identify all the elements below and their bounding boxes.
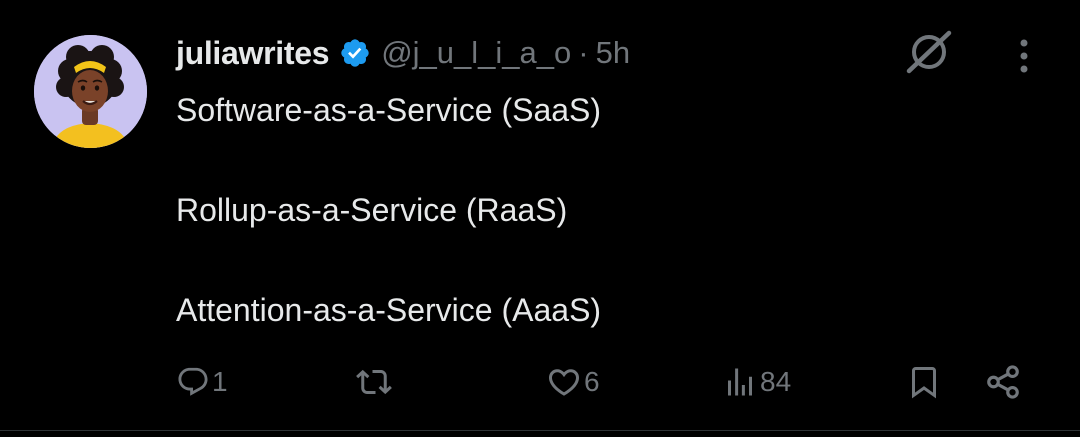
tweet-action-bar: 1 6 84 <box>0 354 1080 410</box>
bookmark-icon <box>912 367 936 399</box>
tweet-text-line: Attention-as-a-Service (AaaS) <box>176 292 602 328</box>
tweet-timestamp[interactable]: 5h <box>596 35 630 71</box>
tweet-header: juliawrites @j_u_l_i_a_o · 5h <box>176 30 630 76</box>
heart-icon <box>548 369 580 396</box>
views-button[interactable]: 84 <box>722 354 791 410</box>
more-options-button[interactable] <box>1004 36 1044 76</box>
like-button[interactable]: 6 <box>546 354 600 410</box>
header-separator: · <box>578 35 589 70</box>
more-vertical-icon <box>1020 39 1028 73</box>
like-count: 6 <box>584 366 600 397</box>
bookmark-button[interactable] <box>906 354 942 410</box>
tweet-text-line: Rollup-as-a-Service (RaaS) <box>176 192 568 228</box>
reply-icon <box>178 367 208 396</box>
author-display-name[interactable]: juliawrites <box>176 35 330 72</box>
tweet-text: Software-as-a-Service (SaaS) Rollup-as-a… <box>176 85 601 335</box>
grok-button[interactable] <box>904 26 954 76</box>
reply-count: 1 <box>212 366 228 397</box>
author-handle[interactable]: @j_u_l_i_a_o <box>381 35 571 71</box>
tweet-text-line: Software-as-a-Service (SaaS) <box>176 92 602 128</box>
views-count: 84 <box>760 366 792 397</box>
views-icon <box>728 368 752 396</box>
repost-icon <box>356 369 392 395</box>
tweet[interactable]: juliawrites @j_u_l_i_a_o · 5h Software-a… <box>0 0 1080 437</box>
verified-badge-icon <box>339 37 371 69</box>
grok-icon <box>906 30 952 74</box>
repost-button[interactable] <box>356 354 394 410</box>
avatar-illustration <box>34 35 147 148</box>
reply-button[interactable]: 1 <box>176 354 228 410</box>
share-icon <box>987 365 1019 399</box>
share-button[interactable] <box>984 354 1022 410</box>
author-avatar[interactable] <box>34 35 147 148</box>
tweet-divider <box>0 430 1080 431</box>
